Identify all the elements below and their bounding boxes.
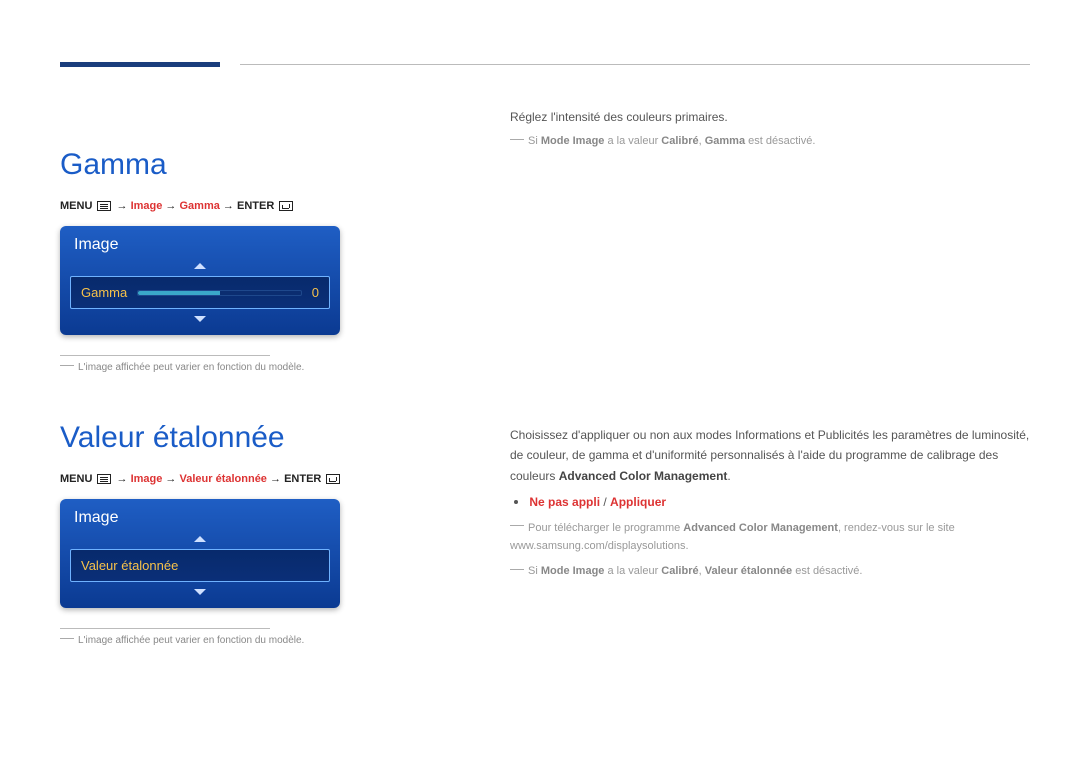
image-caption: L'image affichée peut varier en fonction… xyxy=(60,635,390,646)
gamma-slider[interactable] xyxy=(137,290,302,296)
enter-icon xyxy=(279,201,293,211)
osd-panel-valeur: Image Valeur étalonnée xyxy=(60,499,340,608)
gamma-note: Si Mode Image a la valeur Calibré, Gamma… xyxy=(510,133,1030,151)
menu-path-valeur: MENU → Image → Valeur étalonnée → ENTER xyxy=(60,473,390,485)
enter-icon xyxy=(326,474,340,484)
option-ne-pas-appli: Ne pas appli xyxy=(529,495,600,509)
valeur-note-download: Pour télécharger le programme Advanced C… xyxy=(510,519,1030,556)
menu-label: MENU xyxy=(60,200,92,212)
gamma-description: Réglez l'intensité des couleurs primaire… xyxy=(510,108,1030,127)
path-image: Image xyxy=(131,200,163,212)
image-caption: L'image affichée peut varier en fonction… xyxy=(60,362,390,373)
caption-divider xyxy=(60,628,270,629)
gamma-value: 0 xyxy=(312,285,319,300)
chevron-down-icon[interactable] xyxy=(60,584,340,600)
menu-label: MENU xyxy=(60,473,92,485)
osd-row-valeur[interactable]: Valeur étalonnée xyxy=(70,549,330,582)
chevron-up-icon[interactable] xyxy=(60,531,340,547)
menu-path-gamma: MENU → Image → Gamma → ENTER xyxy=(60,200,390,212)
section-title-valeur: Valeur étalonnée xyxy=(60,421,390,455)
header-divider xyxy=(240,64,1030,65)
option-appliquer: Appliquer xyxy=(610,495,666,509)
osd-row-label: Gamma xyxy=(81,285,127,300)
path-gamma: Gamma xyxy=(180,200,220,212)
osd-row-label: Valeur étalonnée xyxy=(81,558,178,573)
section-title-gamma: Gamma xyxy=(60,148,390,182)
menu-icon xyxy=(97,474,111,484)
enter-label: ENTER xyxy=(237,200,274,212)
bullet-icon xyxy=(514,500,518,504)
osd-panel-gamma: Image Gamma 0 xyxy=(60,226,340,335)
path-valeur: Valeur étalonnée xyxy=(180,473,267,485)
osd-title: Image xyxy=(60,499,340,531)
valeur-note-disabled: Si Mode Image a la valeur Calibré, Valeu… xyxy=(510,562,1030,581)
path-image: Image xyxy=(131,473,163,485)
osd-row-gamma[interactable]: Gamma 0 xyxy=(70,276,330,309)
menu-icon xyxy=(97,201,111,211)
header-accent xyxy=(60,62,220,67)
valeur-description: Choisissez d'appliquer ou non aux modes … xyxy=(510,425,1030,486)
caption-divider xyxy=(60,355,270,356)
chevron-up-icon[interactable] xyxy=(60,258,340,274)
chevron-down-icon[interactable] xyxy=(60,311,340,327)
osd-title: Image xyxy=(60,226,340,258)
enter-label: ENTER xyxy=(284,473,321,485)
valeur-options: Ne pas appli / Appliquer xyxy=(510,492,1030,512)
